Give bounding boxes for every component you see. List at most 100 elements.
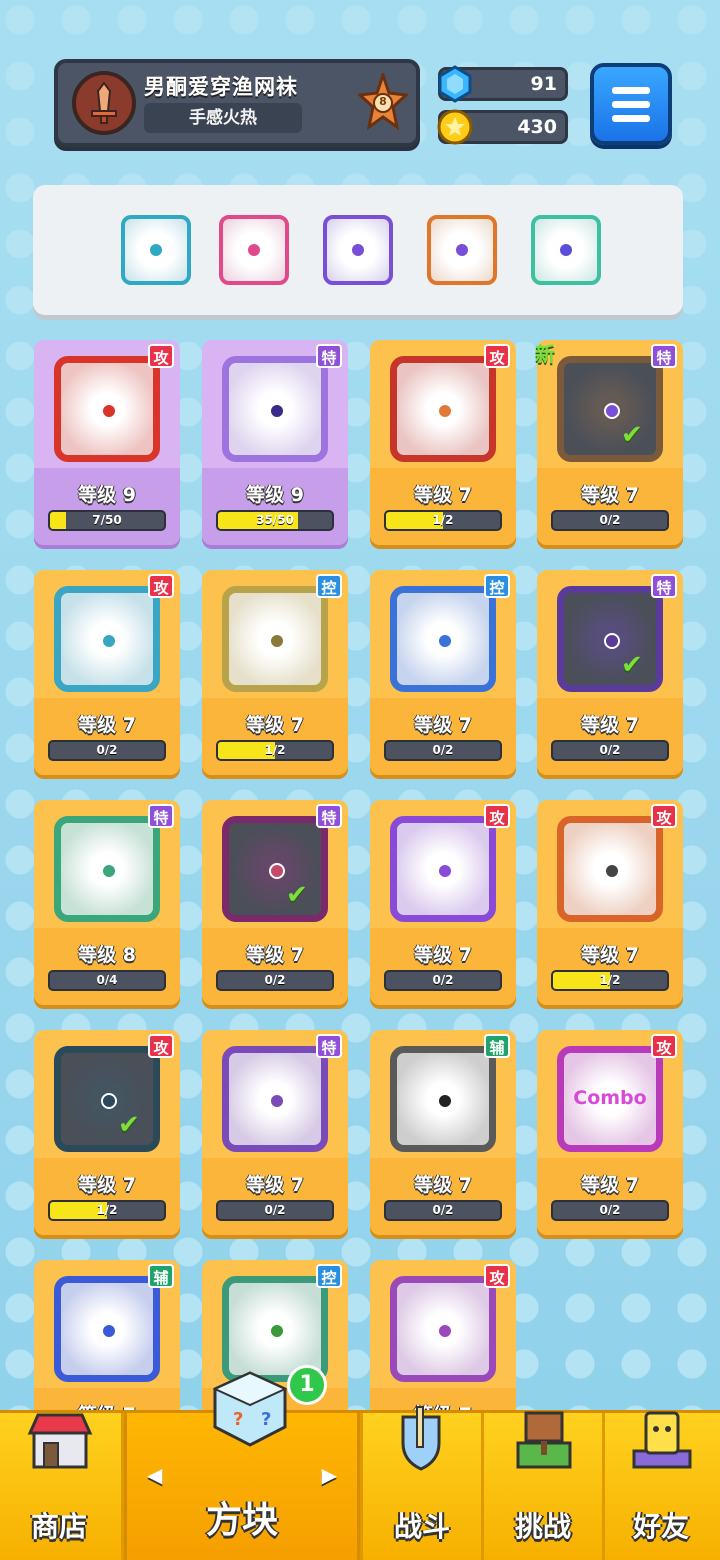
- block-art: [390, 356, 496, 462]
- bottom-nav: 商店 ?? 1 ◀ ▶ 方块 战斗 挑战 好友: [0, 1365, 720, 1560]
- nav-battle-label: 战斗: [393, 1510, 450, 1543]
- upgrade-progress-text: 0/2: [599, 513, 621, 527]
- block-level: 等级 7: [78, 714, 136, 736]
- block-core-icon: [269, 1093, 285, 1109]
- block-card[interactable]: 特等级 9 35/50: [202, 340, 348, 545]
- block-core-icon: [269, 1323, 285, 1339]
- block-type-tag: 特: [316, 804, 342, 828]
- shop-icon: [27, 1413, 93, 1469]
- upgrade-progress-text: 0/2: [599, 1203, 621, 1217]
- block-art: [557, 586, 663, 692]
- block-type-tag: 特: [651, 574, 677, 598]
- block-card[interactable]: Combo 攻等级 7 0/2: [537, 1030, 683, 1235]
- upgrade-progress-bar: 0/2: [216, 970, 334, 991]
- nav-friends-label: 好友: [632, 1510, 689, 1543]
- block-type-tag: 辅: [484, 1034, 510, 1058]
- block-art: [54, 1046, 160, 1152]
- rank-badge[interactable]: 8: [356, 70, 410, 135]
- block-art: [54, 1276, 160, 1382]
- upgrade-progress-text: 35/50: [256, 513, 294, 527]
- equipped-check-icon: ✔: [621, 420, 643, 450]
- block-card[interactable]: 攻等级 7 1/2: [537, 800, 683, 1005]
- block-card[interactable]: 特等级 7 0/2: [202, 1030, 348, 1235]
- coin-icon: [437, 109, 473, 145]
- deck-slot-target-icon[interactable]: [323, 215, 393, 285]
- nav-challenge-label: 挑战: [514, 1510, 571, 1543]
- block-type-tag: 特: [316, 344, 342, 368]
- next-arrow-icon[interactable]: ▶: [322, 1463, 337, 1487]
- block-level: 等级 7: [246, 1174, 304, 1196]
- block-card[interactable]: ✔ 特 新等级 7 0/2: [535, 340, 683, 545]
- mystery-cube-icon: ??: [212, 1371, 288, 1447]
- block-type-tag: 特: [148, 804, 174, 828]
- block-card[interactable]: ✔ 特等级 7 0/2: [202, 800, 348, 1005]
- block-core-icon: [604, 403, 620, 419]
- block-type-tag: 控: [316, 574, 342, 598]
- hamburger-icon: [612, 86, 650, 94]
- block-core-icon: [437, 403, 453, 419]
- block-level: 等级 7: [581, 484, 639, 506]
- block-type-tag: 特: [316, 1034, 342, 1058]
- upgrade-progress-text: 0/2: [96, 743, 118, 757]
- nav-battle[interactable]: 战斗: [363, 1406, 481, 1560]
- sword-icon: [91, 81, 117, 124]
- block-type-tag: 攻: [148, 344, 174, 368]
- block-art: [557, 816, 663, 922]
- block-art: [222, 1046, 328, 1152]
- svg-text:?: ?: [233, 1409, 243, 1430]
- block-card[interactable]: 控等级 7 1/2: [202, 570, 348, 775]
- block-card[interactable]: 控等级 7 0/2: [370, 570, 516, 775]
- nav-blocks-label: 方块: [205, 1500, 278, 1541]
- upgrade-progress-bar: 1/2: [384, 510, 502, 531]
- block-level: 等级 8: [78, 944, 136, 966]
- svg-text:?: ?: [261, 1409, 271, 1430]
- coin-counter[interactable]: 430: [437, 109, 568, 145]
- deck-slot-hands-icon[interactable]: [531, 215, 601, 285]
- block-card[interactable]: 攻等级 7 0/2: [370, 800, 516, 1005]
- player-title: 手感火热: [144, 103, 302, 133]
- block-type-tag: 攻: [484, 1264, 510, 1288]
- deck-slot-cross-icon[interactable]: [219, 215, 289, 285]
- block-card[interactable]: 攻等级 7 0/2: [34, 570, 180, 775]
- menu-button[interactable]: [590, 63, 672, 145]
- prev-arrow-icon[interactable]: ◀: [147, 1463, 162, 1487]
- nav-shop[interactable]: 商店: [0, 1413, 118, 1560]
- nav-challenge[interactable]: 挑战: [484, 1411, 602, 1560]
- block-card[interactable]: ✔ 特等级 7 0/2: [537, 570, 683, 775]
- player-profile-panel[interactable]: 男酮爱穿渔网袜 手感火热 8: [54, 59, 420, 147]
- block-art: [390, 1046, 496, 1152]
- upgrade-progress-bar: 0/2: [551, 740, 669, 761]
- nav-blocks[interactable]: ?? 1 ◀ ▶ 方块: [124, 1365, 360, 1560]
- coin-count: 430: [517, 116, 557, 138]
- nav-friends[interactable]: 好友: [602, 1411, 720, 1560]
- block-card[interactable]: 辅等级 7 0/2: [370, 1030, 516, 1235]
- friend-character-icon: [632, 1411, 692, 1469]
- gem-counter[interactable]: 91: [438, 65, 568, 103]
- block-card[interactable]: 特等级 8 0/4: [34, 800, 180, 1005]
- block-art: [54, 816, 160, 922]
- notification-badge: 1: [287, 1365, 327, 1405]
- block-level: 等级 9: [78, 484, 136, 506]
- block-card[interactable]: 攻等级 9 7/50: [34, 340, 180, 545]
- block-art: [557, 356, 663, 462]
- block-type-tag: 攻: [484, 804, 510, 828]
- block-level: 等级 7: [581, 714, 639, 736]
- deck-slot-vortex-icon[interactable]: [121, 215, 191, 285]
- gem-icon: [438, 65, 472, 103]
- avatar[interactable]: [72, 71, 136, 135]
- block-core-icon: [437, 863, 453, 879]
- upgrade-progress-bar: 35/50: [216, 510, 334, 531]
- cross-icon: [248, 244, 260, 256]
- equipped-check-icon: ✔: [118, 1110, 140, 1140]
- combo-label: Combo: [573, 1087, 647, 1109]
- block-core-icon: [269, 633, 285, 649]
- block-level: 等级 7: [414, 1174, 472, 1196]
- deck-slot-infinity-icon[interactable]: [427, 215, 497, 285]
- block-card[interactable]: ✔ 攻等级 7 1/2: [34, 1030, 180, 1235]
- block-core-icon: [101, 1093, 117, 1109]
- upgrade-progress-bar: 0/2: [384, 1200, 502, 1221]
- block-core-icon: [437, 633, 453, 649]
- equipped-check-icon: ✔: [286, 880, 308, 910]
- block-card[interactable]: 攻等级 7 1/2: [370, 340, 516, 545]
- upgrade-progress-bar: 1/2: [216, 740, 334, 761]
